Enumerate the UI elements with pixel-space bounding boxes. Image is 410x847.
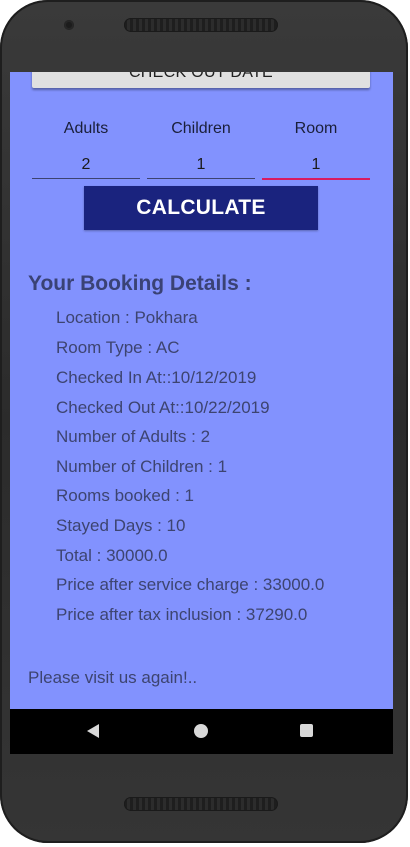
detail-checked-in: Checked In At::10/12/2019	[56, 368, 257, 387]
room-label: Room	[294, 120, 338, 137]
adults-label: Adults	[63, 120, 109, 137]
top-speaker-grille	[124, 18, 278, 32]
children-label: Children	[171, 120, 231, 137]
phone-frame: CHECK OUT DATE Adults Children Room 2 1 …	[0, 0, 408, 843]
detail-number-of-adults: Number of Adults : 2	[56, 427, 211, 446]
android-navigation-bar	[10, 709, 393, 754]
back-triangle-icon[interactable]	[87, 724, 99, 738]
detail-checked-out: Checked Out At::10/22/2019	[56, 398, 270, 417]
thank-you-message: Please visit us again!..	[28, 668, 198, 687]
detail-stayed-days: Stayed Days : 10	[56, 516, 186, 535]
room-input[interactable]: 1	[262, 154, 370, 180]
detail-room-type: Room Type : AC	[56, 338, 180, 357]
check-out-date-button[interactable]: CHECK OUT DATE	[32, 72, 370, 88]
home-circle-icon[interactable]	[194, 724, 208, 738]
booking-details-title: Your Booking Details :	[28, 272, 252, 295]
detail-rooms-booked: Rooms booked : 1	[56, 486, 194, 505]
detail-location: Location : Pokhara	[56, 308, 198, 327]
detail-price-after-tax: Price after tax inclusion : 37290.0	[56, 605, 308, 624]
detail-number-of-children: Number of Children : 1	[56, 457, 228, 476]
booking-app-content: CHECK OUT DATE Adults Children Room 2 1 …	[10, 72, 393, 709]
children-input[interactable]: 1	[147, 154, 255, 179]
calculate-button[interactable]: CALCULATE	[84, 186, 318, 230]
bottom-speaker-grille	[124, 797, 278, 811]
recents-square-icon[interactable]	[300, 724, 313, 737]
front-camera-icon	[64, 20, 74, 30]
detail-total: Total : 30000.0	[56, 546, 168, 565]
detail-price-after-service-charge: Price after service charge : 33000.0	[56, 575, 325, 594]
device-screen: CHECK OUT DATE Adults Children Room 2 1 …	[10, 72, 393, 754]
adults-input[interactable]: 2	[32, 154, 140, 179]
